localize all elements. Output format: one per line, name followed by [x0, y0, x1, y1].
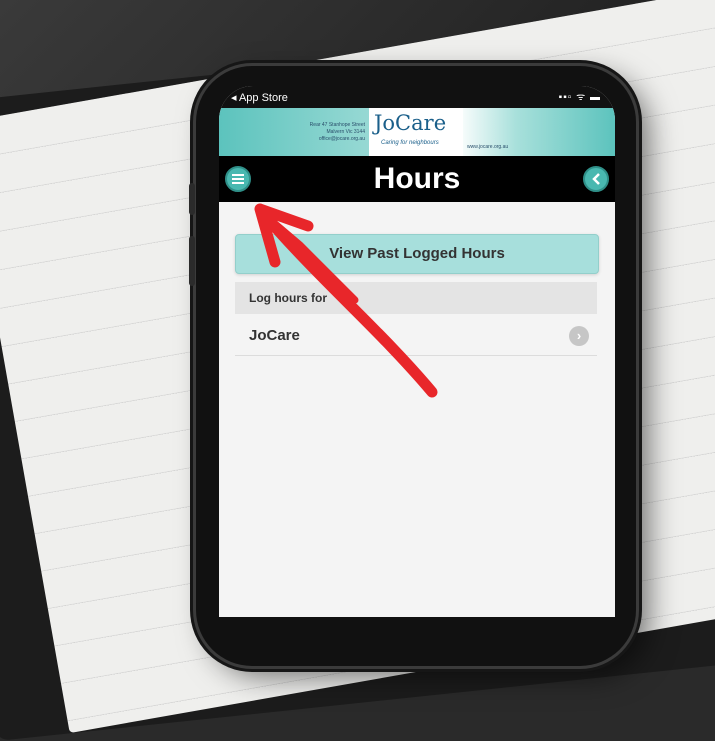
logo-tagline: Caring for neighbours [381, 140, 439, 146]
view-past-logged-hours-button[interactable]: View Past Logged Hours [235, 234, 599, 274]
jocare-banner: Rear 47 Stanhope Street Malvern Vic 3144… [219, 108, 615, 156]
address-text: Rear 47 Stanhope Street Malvern Vic 3144… [309, 122, 365, 142]
log-hours-for-divider: Log hours for [235, 282, 597, 314]
page-title: Hours [373, 162, 461, 195]
status-icons: ▪▪▫ ᯤ ▬ [558, 92, 601, 103]
banner-website: www.jocare.org.au [467, 144, 509, 150]
phone-side-button [189, 183, 195, 215]
phone-side-button [189, 236, 195, 286]
list-item-label: JoCare [249, 327, 300, 344]
jocare-logo: JoCare [374, 111, 447, 135]
title-bar: Hours [219, 156, 615, 202]
back-chevron-icon [592, 173, 600, 185]
back-to-app-store-link[interactable]: ◂ App Store [231, 91, 288, 104]
banner-address: Rear 47 Stanhope Street Malvern Vic 3144… [289, 122, 365, 143]
app-screen: ◂ App Store ▪▪▫ ᯤ ▬ Rear 47 Stanhope Str… [219, 86, 615, 617]
back-button[interactable] [583, 166, 609, 192]
list-item-jocare[interactable]: JoCare › [235, 316, 597, 356]
status-bar: ◂ App Store ▪▪▫ ᯤ ▬ [219, 86, 615, 108]
logo-box: JoCare Caring for neighbours [369, 108, 463, 156]
chevron-right-icon: › [569, 326, 589, 346]
